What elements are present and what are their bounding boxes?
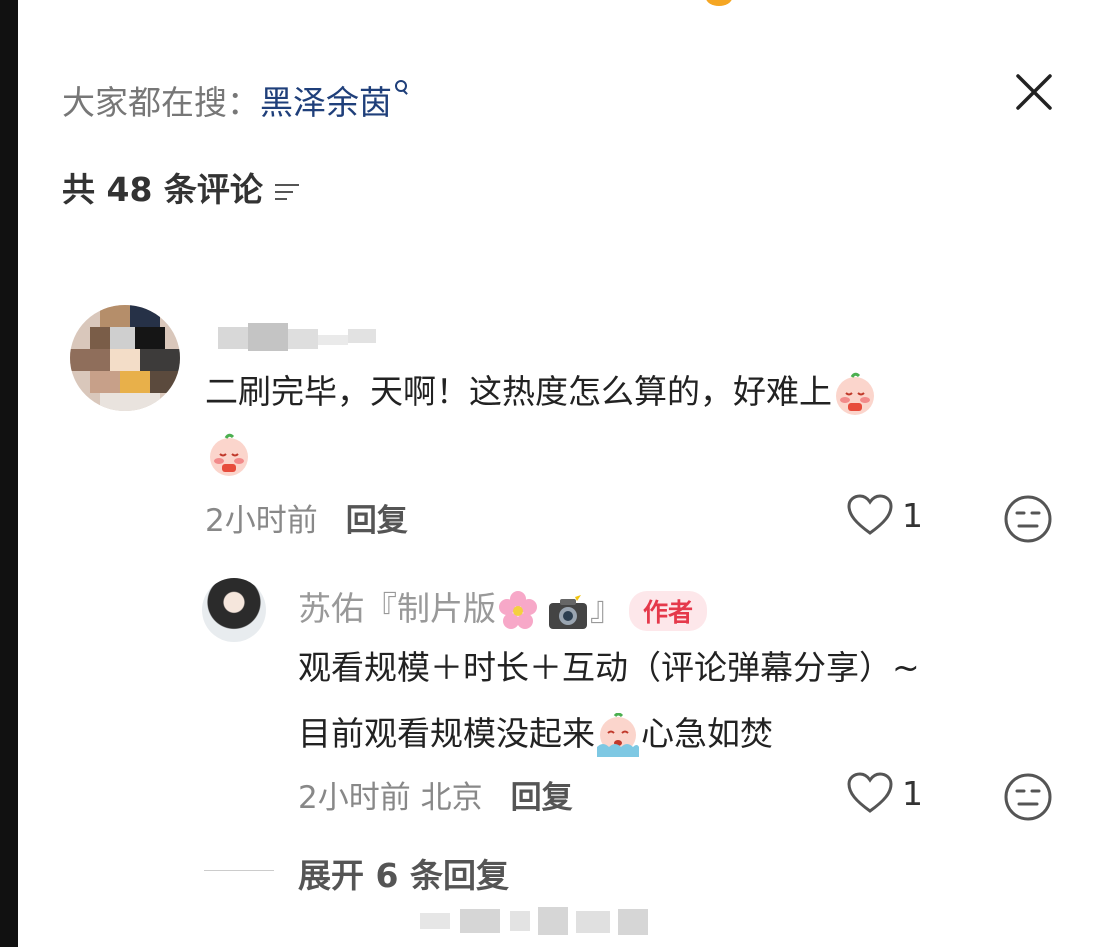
reply-reply-button[interactable]: 回复	[511, 780, 573, 816]
commenter-avatar[interactable]	[70, 305, 180, 411]
crying-face-emoji	[597, 712, 639, 757]
comment-text-line: 二刷完毕，天啊！这热度怎么算的，好难上	[205, 372, 832, 411]
flower-emoji	[499, 590, 537, 629]
reply-text-part-b: 心急如焚	[641, 714, 773, 753]
comment-like-button[interactable]: 1	[846, 493, 923, 537]
search-icon[interactable]	[395, 76, 409, 98]
commenter-name-blurred[interactable]	[218, 323, 378, 355]
comment-count-header: 共 48 条评论	[62, 163, 301, 211]
camera-flash-emoji	[549, 590, 587, 629]
author-badge: 作者	[629, 590, 708, 631]
comment-meta: 2小时前 回复	[205, 495, 408, 540]
trending-search-hint: 大家都在搜：黑泽余茵	[62, 76, 409, 124]
reply-author-name-suffix: 』	[590, 589, 623, 628]
comment-time: 2小时前	[205, 503, 318, 539]
comment-text: 二刷完毕，天啊！这热度怎么算的，好难上	[205, 358, 878, 426]
expand-replies-button[interactable]: 展开 6 条回复	[298, 849, 509, 897]
trending-search-keyword[interactable]: 黑泽余茵	[260, 83, 392, 122]
comment-reply-button[interactable]: 回复	[346, 503, 408, 539]
reply-author-name[interactable]: 苏佑『制片版	[298, 589, 496, 628]
sort-icon[interactable]	[274, 183, 301, 201]
dislike-face-icon[interactable]	[1003, 772, 1053, 822]
watermark-blur	[420, 903, 660, 941]
reply-author-row: 苏佑『制片版 』作者	[298, 582, 708, 633]
heart-icon	[847, 494, 893, 535]
reply-meta: 2小时前 北京 回复	[298, 772, 573, 817]
comment-like-count: 1	[902, 495, 923, 535]
reply-like-count: 1	[902, 773, 923, 813]
reply-text-line-2: 目前观看规模没起来 心急如焚	[298, 700, 773, 768]
reply-text-line-1: 观看规模＋时长＋互动（评论弹幕分享）~	[298, 648, 920, 687]
expand-divider	[204, 870, 274, 871]
window-edge	[0, 0, 18, 947]
reply-location: 北京	[420, 780, 483, 816]
dislike-face-icon[interactable]	[1003, 494, 1053, 544]
status-dot	[706, 0, 732, 6]
heart-icon	[847, 772, 893, 813]
reply-text-part-a: 目前观看规模没起来	[298, 714, 595, 753]
blushing-face-emoji	[836, 372, 874, 415]
trending-search-prefix: 大家都在搜：	[62, 83, 260, 122]
blushing-face-emoji	[210, 433, 248, 476]
author-avatar[interactable]	[202, 578, 266, 642]
close-icon[interactable]	[1010, 68, 1058, 116]
reply-time: 2小时前	[298, 780, 411, 816]
reply-like-button[interactable]: 1	[846, 771, 923, 815]
comment-count-label: 共 48 条评论	[62, 170, 263, 209]
